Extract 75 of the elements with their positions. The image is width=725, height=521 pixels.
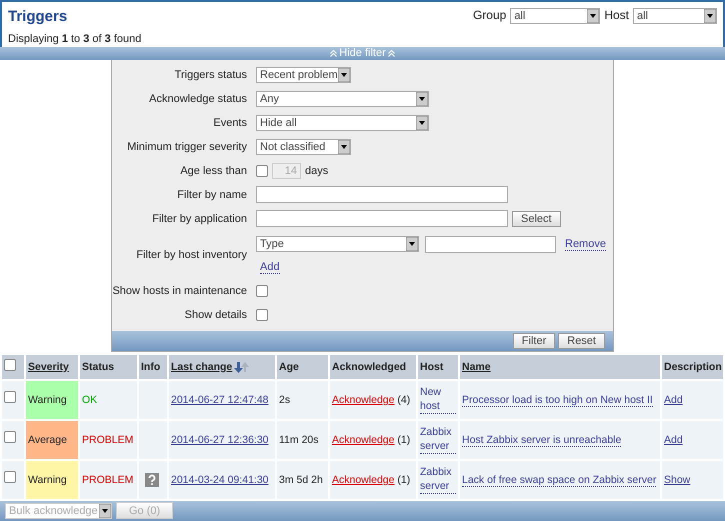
select-dropdown[interactable]: Type	[256, 236, 419, 252]
column-header: Info	[141, 360, 160, 373]
select-dropdown[interactable]: Hide all	[256, 114, 429, 131]
acknowledge-link[interactable]: Acknowledge	[332, 434, 394, 446]
column-header: Host	[420, 360, 444, 373]
row-checkbox[interactable]	[4, 471, 16, 484]
filter-button[interactable]: Filter	[512, 332, 556, 349]
caret-icon	[416, 92, 428, 106]
ack-count: (4)	[397, 394, 410, 406]
add-link[interactable]: Add	[260, 260, 280, 274]
acknowledge-link[interactable]: Acknowledge	[332, 474, 394, 486]
chevron-icon	[330, 50, 338, 57]
field-label: Triggers status	[174, 68, 247, 81]
unit-label: days	[305, 164, 328, 177]
column-header: Status	[82, 360, 114, 373]
column-header[interactable]: Severity	[28, 360, 69, 373]
select-dropdown[interactable]: all	[510, 8, 600, 24]
row-checkbox[interactable]	[4, 391, 16, 404]
sort-arrows-icon	[234, 360, 250, 374]
field-label: Minimum trigger severity	[126, 140, 247, 153]
status-text: OK	[82, 394, 98, 406]
column-header[interactable]: Last change	[171, 360, 232, 373]
select-dropdown[interactable]: all	[633, 8, 717, 24]
column-header: Description	[664, 360, 722, 373]
caret-icon	[704, 9, 716, 23]
acknowledge-link[interactable]: Acknowledge	[332, 394, 394, 406]
age-cell: 3m 5d 2h	[277, 460, 328, 499]
field-label: Age less than	[179, 164, 247, 177]
severity-cell: Warning	[26, 380, 78, 419]
severity-cell: Warning	[26, 460, 78, 499]
select-label: Group	[472, 8, 506, 22]
age-cell: 11m 20s	[277, 420, 328, 459]
field-label: Filter by host inventory	[135, 248, 247, 261]
input-field[interactable]	[256, 210, 508, 228]
column-header: Acknowledged	[332, 360, 406, 373]
description-link[interactable]: Show	[664, 474, 690, 486]
caret-icon	[338, 68, 350, 82]
field-label: Filter by application	[151, 212, 247, 225]
status-text: PROBLEM	[82, 474, 134, 486]
caret-icon	[99, 504, 111, 518]
caret-icon	[338, 140, 350, 154]
description-link[interactable]: Add	[664, 394, 683, 406]
select-dropdown[interactable]: Recent problem	[256, 66, 351, 83]
column-header: Age	[279, 360, 299, 373]
field-label: Show hosts in maintenance	[112, 284, 247, 297]
select-dropdown[interactable]: Not classified	[256, 138, 351, 155]
chevron-icon	[388, 50, 395, 57]
age-cell: 2s	[277, 380, 328, 419]
caret-icon	[587, 9, 600, 23]
caret-icon	[406, 237, 418, 252]
ack-count: (1)	[397, 434, 410, 446]
column-header[interactable]: Name	[462, 360, 491, 373]
select-all-checkbox[interactable]	[4, 359, 16, 372]
checkbox[interactable]	[256, 284, 268, 297]
input-field[interactable]	[256, 186, 508, 204]
input-field[interactable]	[425, 236, 556, 253]
reset-button[interactable]: Reset	[558, 332, 605, 349]
severity-cell: Average	[26, 420, 78, 459]
select-button[interactable]: Select	[512, 210, 561, 227]
caret-icon	[416, 116, 428, 130]
row-checkbox[interactable]	[4, 431, 16, 444]
checkbox[interactable]	[256, 308, 268, 321]
field-label: Show details	[184, 308, 247, 321]
field-label: Events	[212, 116, 247, 129]
status-text: PROBLEM	[82, 434, 134, 446]
remove-link[interactable]: Remove	[565, 238, 606, 251]
field-label: Filter by name	[176, 188, 247, 201]
result-summary: Displaying 1 to 3 of 3 found	[8, 33, 142, 45]
help-icon[interactable]	[145, 472, 159, 487]
description-link[interactable]: Add	[664, 434, 683, 446]
page-title: Triggers	[8, 8, 68, 25]
ack-count: (1)	[397, 474, 410, 486]
select-dropdown[interactable]: Any	[256, 90, 429, 107]
field-label: Acknowledge status	[148, 92, 247, 105]
select-label: Host	[604, 8, 629, 22]
